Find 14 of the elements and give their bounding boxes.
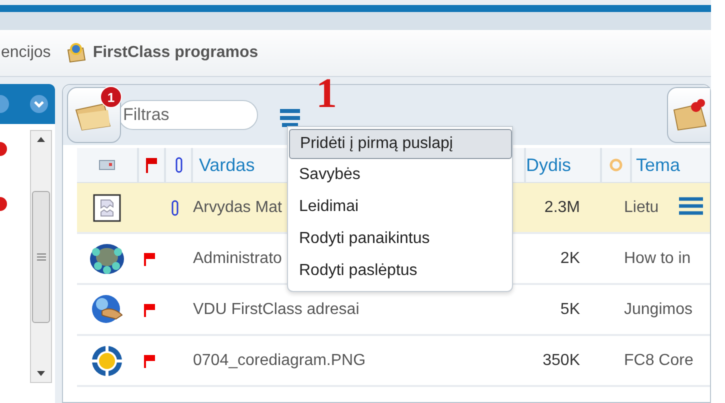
size-text: 350K (542, 352, 580, 370)
annotation-number: 1 (316, 72, 337, 114)
subject-text: FC8 Core (624, 352, 694, 370)
subject-text: Jungimos (624, 300, 692, 318)
name-text: 0704_corediagram.PNG (193, 352, 366, 370)
notification-badge: 1 (100, 86, 122, 108)
name-text: VDU FirstClass adresai (193, 300, 360, 318)
subject-text: Lietu (624, 198, 659, 216)
name-text: Arvydas Mat (193, 198, 282, 216)
subject-text: How to in (624, 250, 691, 268)
size-text: 2.3M (544, 198, 580, 216)
size-text: 2K (560, 250, 580, 268)
size-text: 5K (560, 300, 580, 318)
name-text: Administrato (193, 250, 282, 268)
